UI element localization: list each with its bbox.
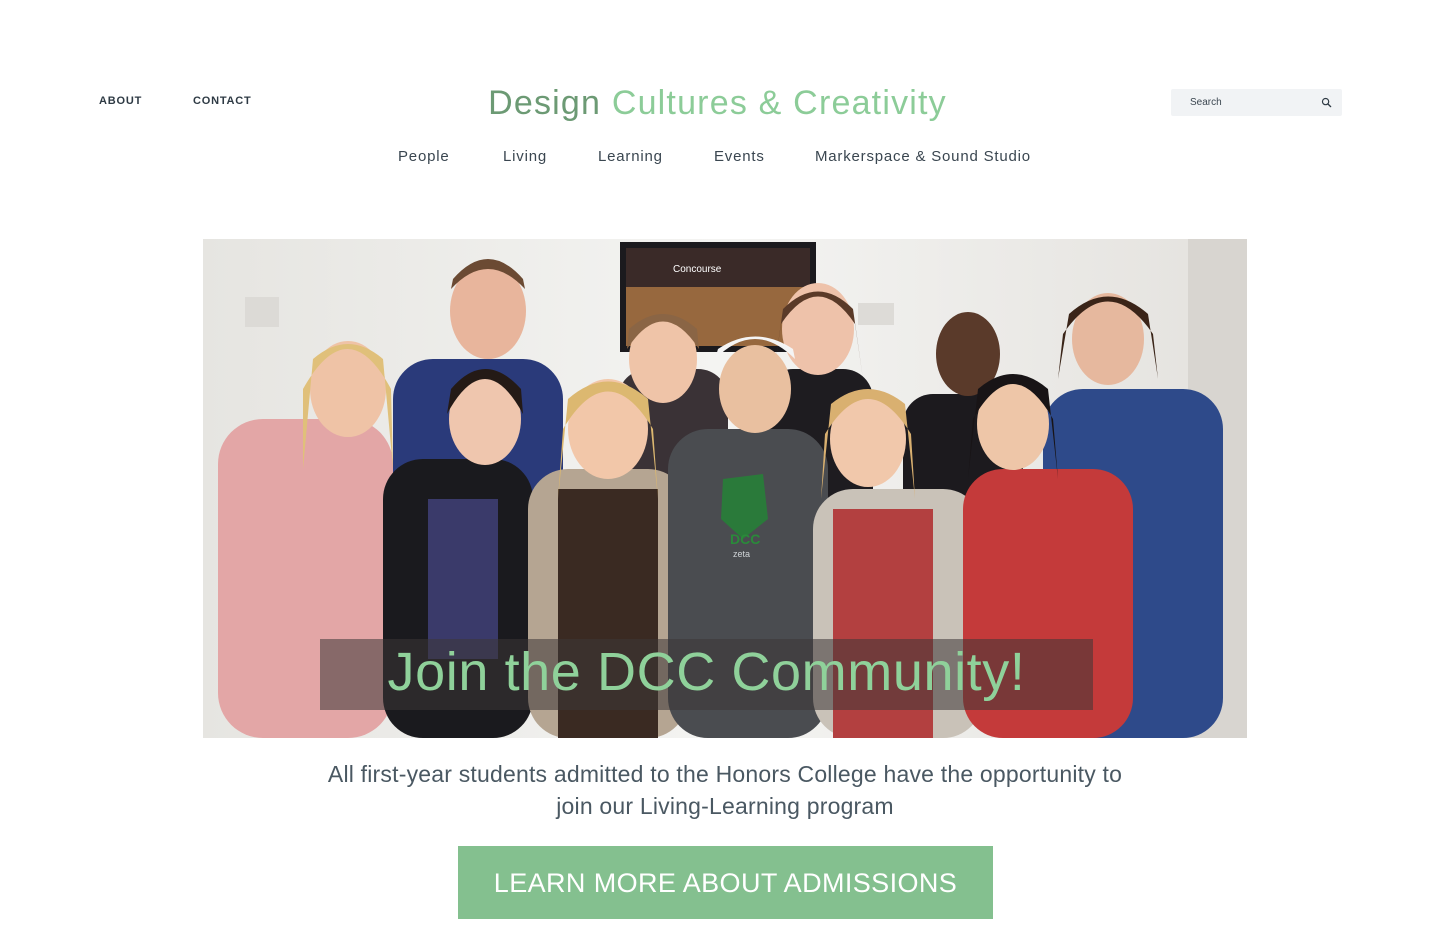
- screen-text: Concourse: [673, 264, 722, 275]
- hero-image: Concourse DCC zeta Join the DCC Communit…: [203, 239, 1247, 738]
- nav-item-events[interactable]: Events: [714, 148, 765, 165]
- tagline-line-1: All first-year students admitted to the …: [327, 761, 1123, 787]
- nav-item-people[interactable]: People: [398, 148, 450, 165]
- search-input[interactable]: [1181, 89, 1311, 116]
- intro-tagline: All first-year students admitted to the …: [203, 758, 1247, 822]
- tagline-line-2: join our Living-Learning program: [556, 793, 894, 819]
- search-icon[interactable]: [1321, 97, 1332, 108]
- nav-item-makerspace[interactable]: Markerspace & Sound Studio: [815, 148, 1031, 165]
- nav-item-learning[interactable]: Learning: [598, 148, 663, 165]
- brand-word-cultures: Cultures & Creativity: [611, 84, 947, 122]
- nav-item-living[interactable]: Living: [503, 148, 547, 165]
- search-box: [1171, 89, 1342, 116]
- learn-more-admissions-button[interactable]: LEARN MORE ABOUT ADMISSIONS: [458, 846, 993, 919]
- hero-caption: Join the DCC Community!: [387, 642, 1026, 702]
- shirt-subtext: zeta: [733, 549, 750, 559]
- shirt-text: DCC: [730, 531, 760, 547]
- brand-word-design: Design: [488, 84, 602, 122]
